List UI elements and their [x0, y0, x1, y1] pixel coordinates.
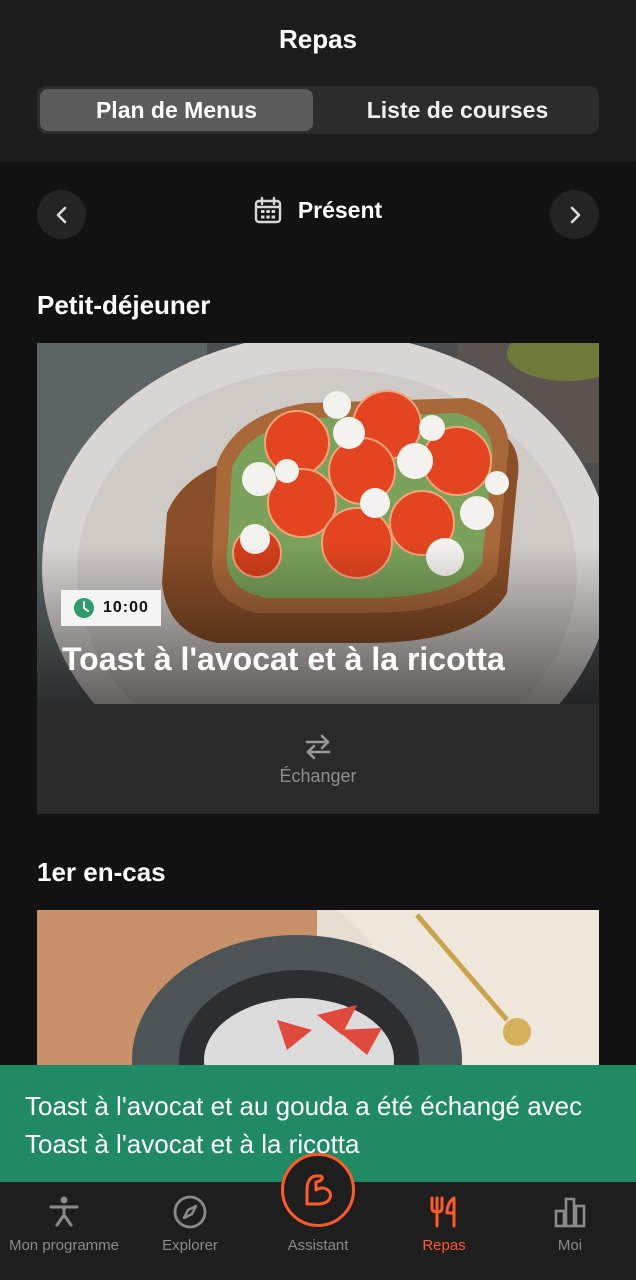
nav-label: Explorer: [162, 1237, 218, 1254]
assistant-button[interactable]: [281, 1153, 355, 1227]
nav-moi[interactable]: Moi: [504, 1182, 636, 1280]
date-label: Présent: [297, 196, 383, 223]
page-title: Repas: [278, 24, 358, 54]
nav-repas[interactable]: Repas: [384, 1182, 504, 1280]
compass-icon: [173, 1195, 207, 1229]
calendar-icon: [254, 196, 282, 224]
date-selector[interactable]: Présent: [0, 196, 636, 224]
muscle-arm-icon: [305, 1174, 332, 1206]
section-title-breakfast: Petit-déjeuner: [37, 290, 211, 320]
tab-liste-de-courses[interactable]: Liste de courses: [319, 89, 596, 131]
nav-label: Moi: [557, 1237, 583, 1254]
nav-label: Mon programme: [8, 1237, 120, 1254]
meal-card-snack[interactable]: [37, 910, 599, 1065]
exercise-icon: [49, 1196, 79, 1227]
swap-arrows-icon: [305, 734, 331, 759]
chevron-right-icon: [570, 206, 580, 223]
next-day-button[interactable]: [550, 190, 599, 239]
strawberry-bowl-photo: [37, 910, 599, 1065]
top-bar: Repas Plan de Menus Liste de courses: [0, 0, 636, 162]
nav-label: Repas: [422, 1237, 466, 1254]
bar-chart-icon: [554, 1197, 586, 1228]
meal-time-badge: 10:00: [61, 590, 161, 626]
nav-label: Assistant: [287, 1237, 349, 1254]
swap-meal-button[interactable]: Échanger: [37, 704, 599, 814]
segmented-control: Plan de Menus Liste de courses: [37, 86, 599, 134]
meal-time: 10:00: [103, 599, 149, 616]
meal-name: Toast à l'avocat et à la ricotta: [62, 641, 505, 677]
fork-knife-icon: [430, 1196, 456, 1228]
tab-plan-de-menus[interactable]: Plan de Menus: [40, 89, 313, 131]
swap-label: Échanger: [279, 765, 357, 786]
clock-icon: [74, 598, 94, 618]
nav-mon-programme[interactable]: Mon programme: [0, 1182, 128, 1280]
nav-explorer[interactable]: Explorer: [128, 1182, 252, 1280]
meal-card-breakfast[interactable]: 10:00 Toast à l'avocat et à la ricotta: [37, 343, 599, 704]
section-title-snack: 1er en-cas: [37, 857, 166, 887]
